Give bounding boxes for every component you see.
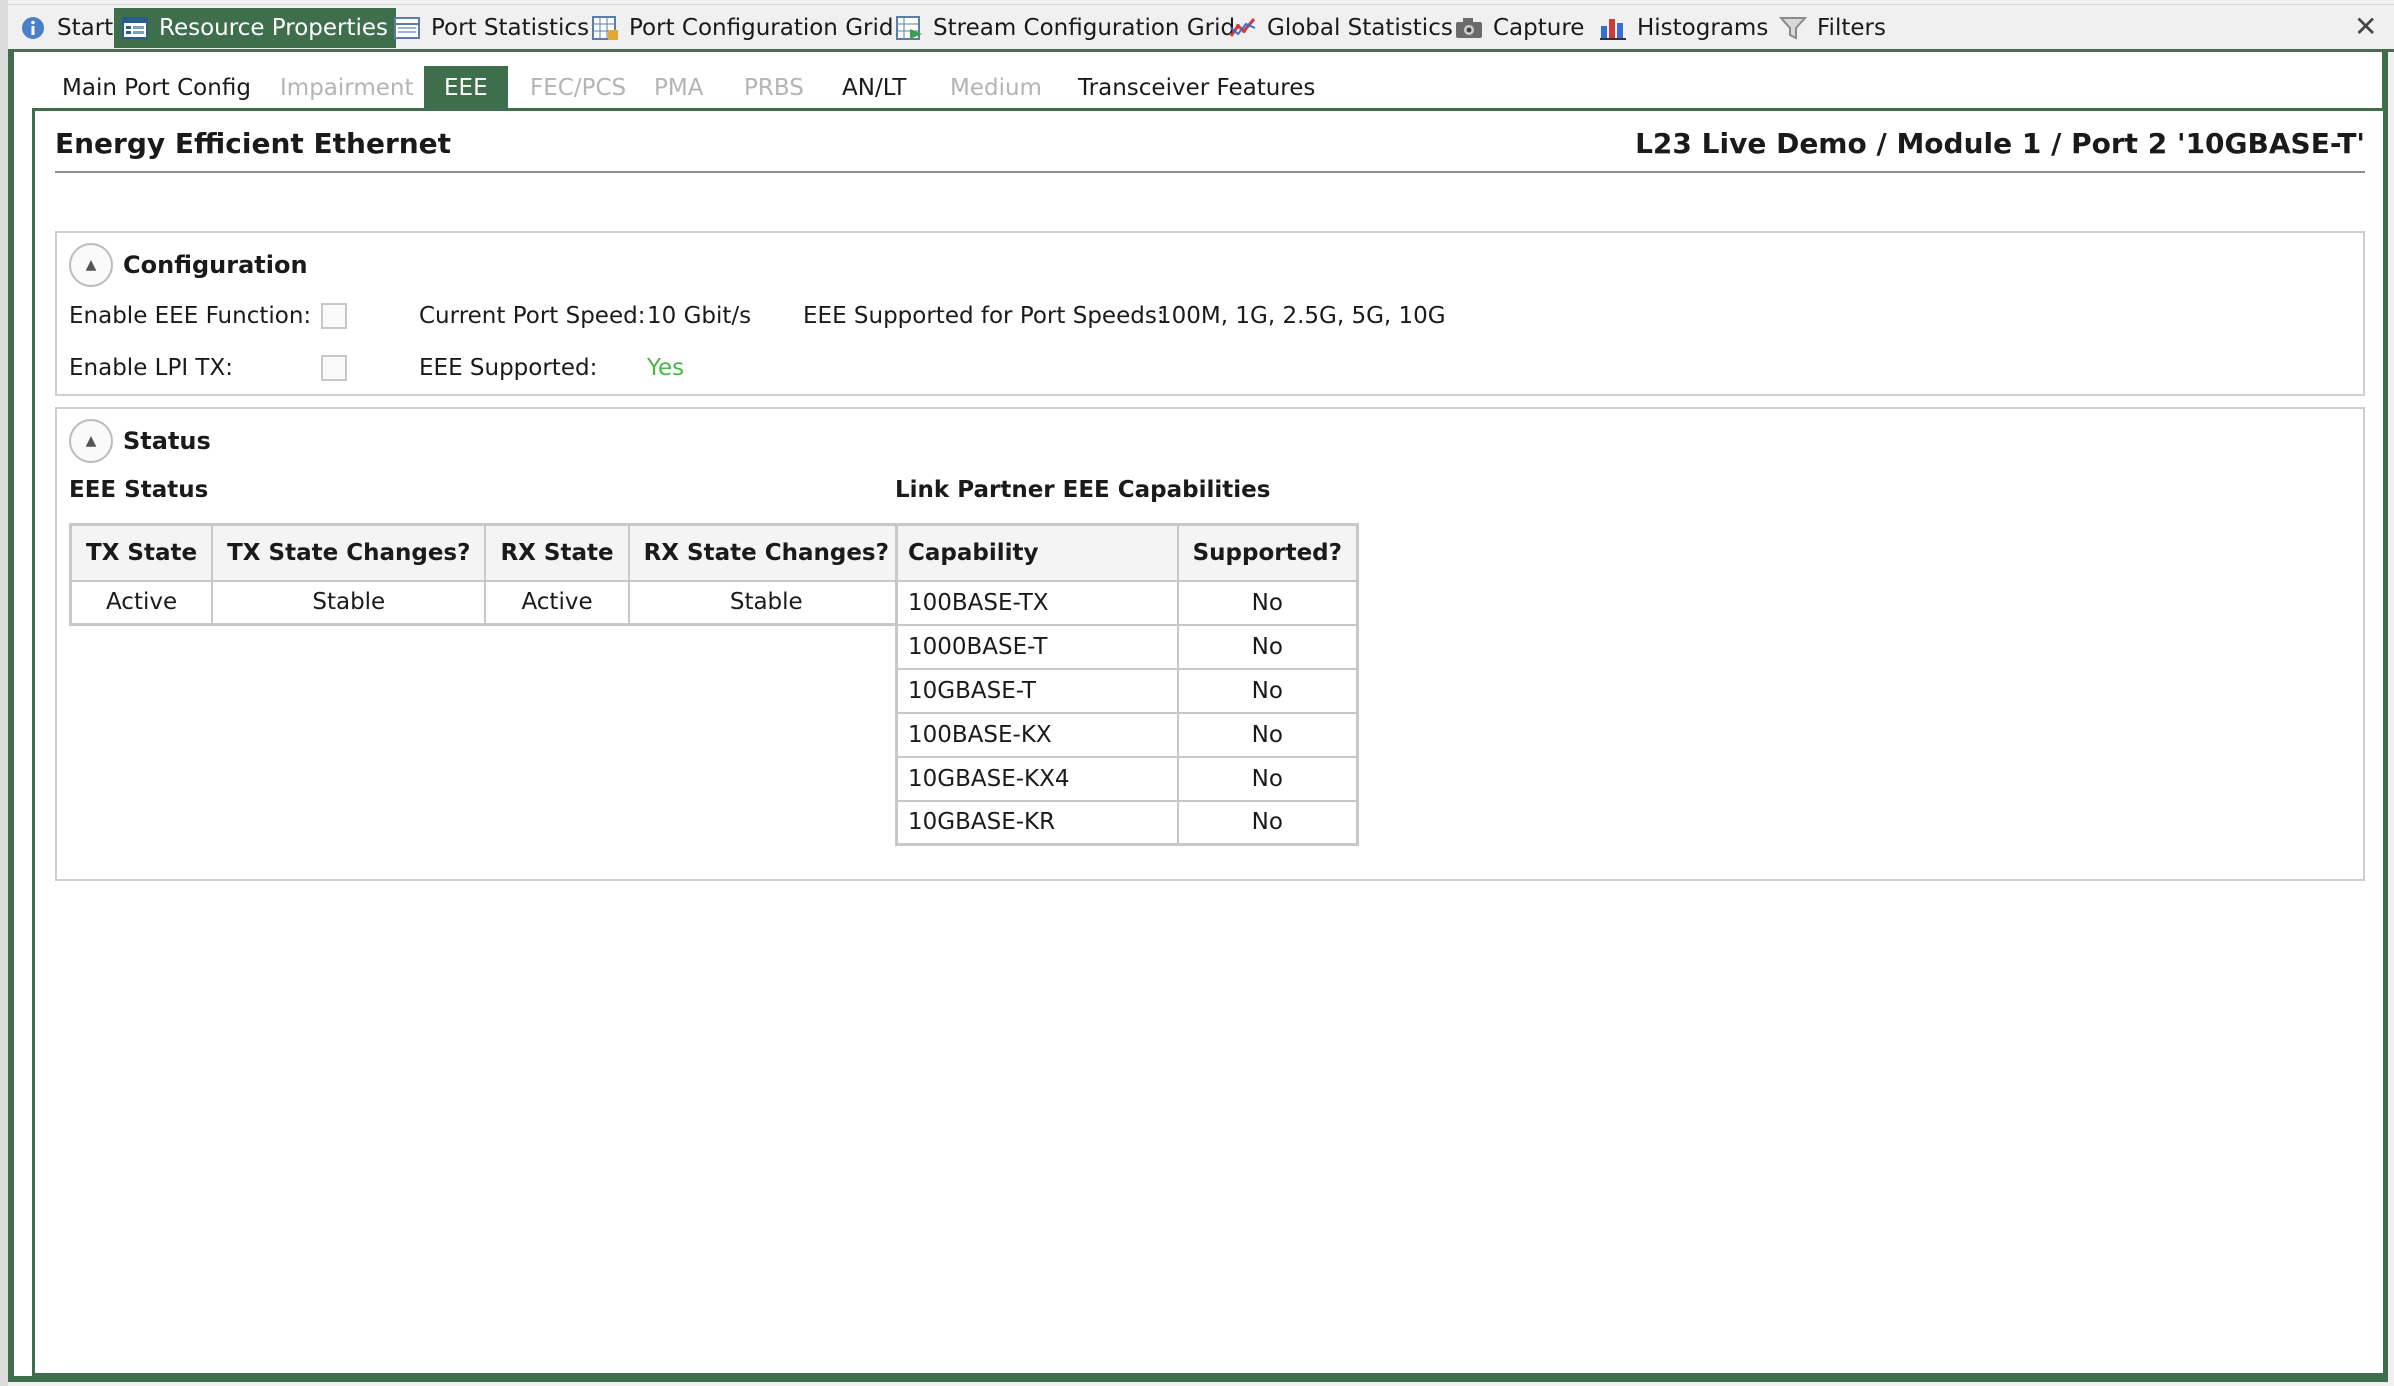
chevron-up-icon: ▲: [85, 433, 97, 449]
table-cell: 1000BASE-T: [895, 623, 1179, 670]
subtab-medium[interactable]: Medium: [930, 66, 1062, 110]
eee-supported-value: Yes: [647, 355, 685, 381]
enable-lpi-label: Enable LPI TX:: [69, 355, 233, 381]
subtab-eee[interactable]: EEE: [424, 66, 508, 110]
page-title: Energy Efficient Ethernet: [55, 127, 452, 160]
table-cell: Active: [69, 579, 214, 626]
tab-global-statistics[interactable]: Global Statistics: [1222, 8, 1461, 48]
left-edge-shade: [0, 0, 8, 1386]
tab-resource-properties[interactable]: Resource Properties: [114, 8, 397, 48]
table-cell: 10GBASE-KX4: [895, 755, 1179, 802]
eee-content: Energy Efficient Ethernet L23 Live Demo …: [32, 111, 2386, 1376]
eee-supported-label: EEE Supported:: [419, 355, 598, 381]
table-cell: 10GBASE-T: [895, 667, 1179, 714]
column-header: RX State: [484, 523, 630, 582]
table-cell: Stable: [211, 579, 487, 626]
table-row: 100BASE-TX No: [895, 579, 1359, 626]
table-row: 100BASE-KX No: [895, 711, 1359, 758]
properties-icon: [120, 14, 150, 42]
collapse-status-button[interactable]: ▲: [69, 419, 113, 463]
configuration-title: Configuration: [123, 251, 308, 279]
stream-grid-icon: [894, 14, 924, 42]
configuration-group: ▲ Configuration Enable EEE Function: Ena…: [55, 231, 2365, 396]
collapse-configuration-button[interactable]: ▲: [69, 243, 113, 287]
tab-port-configuration-grid[interactable]: Port Configuration Grid: [584, 8, 901, 48]
column-header: TX State Changes?: [211, 523, 487, 582]
close-icon[interactable]: ✕: [2354, 10, 2377, 43]
table-cell: No: [1176, 579, 1359, 626]
property-sub-tabs: Main Port Config Impairment EEE FEC/PCS …: [34, 66, 2384, 110]
table-row: Active Stable Active Stable: [69, 579, 906, 626]
tab-histograms[interactable]: Histograms: [1592, 8, 1776, 48]
enable-eee-label: Enable EEE Function:: [69, 303, 312, 329]
subtab-prbs[interactable]: PRBS: [724, 66, 824, 110]
tab-start[interactable]: Start: [12, 8, 121, 48]
page-header: Energy Efficient Ethernet L23 Live Demo …: [55, 111, 2365, 173]
tab-port-statistics[interactable]: Port Statistics: [386, 8, 597, 48]
window-top-edge: [0, 0, 2394, 5]
chevron-up-icon: ▲: [85, 257, 97, 273]
tab-label: Port Configuration Grid: [629, 15, 894, 41]
table-row: 10GBASE-KX4 No: [895, 755, 1359, 802]
table-row: 1000BASE-T No: [895, 623, 1359, 670]
tab-capture[interactable]: Capture: [1448, 8, 1592, 48]
table-cell: No: [1176, 755, 1359, 802]
table-cell: No: [1176, 799, 1359, 846]
tab-label: Capture: [1493, 15, 1585, 41]
subtab-main-port-config[interactable]: Main Port Config: [42, 66, 271, 110]
port-path: L23 Live Demo / Module 1 / Port 2 '10GBA…: [1635, 127, 2365, 160]
eee-status-title: EEE Status: [69, 477, 209, 503]
table-row: 10GBASE-T No: [895, 667, 1359, 714]
tab-label: Port Statistics: [431, 15, 590, 41]
table-cell: No: [1176, 711, 1359, 758]
subtab-transceiver-features[interactable]: Transceiver Features: [1058, 66, 1335, 110]
bar-chart-icon: [1598, 14, 1628, 42]
status-group: ▲ Status EEE Status TX State TX State Ch…: [55, 407, 2365, 881]
enable-eee-checkbox[interactable]: [321, 303, 347, 329]
status-title: Status: [123, 427, 211, 455]
tab-filters[interactable]: Filters: [1772, 8, 1894, 48]
grid-icon: [590, 14, 620, 42]
current-speed-label: Current Port Speed:: [419, 303, 646, 329]
subtab-fec-pcs[interactable]: FEC/PCS: [510, 66, 646, 110]
table-cell: 100BASE-KX: [895, 711, 1179, 758]
subtab-impairment[interactable]: Impairment: [260, 66, 433, 110]
eee-status-table: TX State TX State Changes? RX State RX S…: [69, 523, 906, 626]
tab-label: Stream Configuration Grid: [933, 15, 1236, 41]
eee-speeds-label: EEE Supported for Port Speeds:: [803, 303, 1165, 329]
subtab-pma[interactable]: PMA: [634, 66, 723, 110]
tab-label: Resource Properties: [159, 15, 389, 41]
enable-lpi-checkbox[interactable]: [321, 355, 347, 381]
tab-label: Filters: [1817, 15, 1886, 41]
table-cell: 100BASE-TX: [895, 579, 1179, 626]
column-header: Capability: [895, 523, 1179, 582]
column-header: Supported?: [1176, 523, 1359, 582]
tab-stream-configuration-grid[interactable]: Stream Configuration Grid: [888, 8, 1243, 48]
tab-label: Global Statistics: [1267, 15, 1453, 41]
table-cell: No: [1176, 623, 1359, 670]
table-cell: Active: [484, 579, 630, 626]
resource-properties-panel: Main Port Config Impairment EEE FEC/PCS …: [0, 0, 2388, 1386]
table-cell: Stable: [627, 579, 906, 626]
tab-label: Start: [57, 15, 114, 41]
link-partner-title: Link Partner EEE Capabilities: [895, 477, 1271, 503]
tab-label: Histograms: [1637, 15, 1769, 41]
table-icon: [392, 14, 422, 42]
column-header: TX State: [69, 523, 214, 582]
table-cell: No: [1176, 667, 1359, 714]
table-cell: 10GBASE-KR: [895, 799, 1179, 846]
main-tab-bar: Start Resource Properties Port Statistic…: [0, 0, 2394, 52]
link-partner-table: Capability Supported? 100BASE-TX No 1000…: [895, 523, 1359, 846]
funnel-icon: [1778, 14, 1808, 42]
line-chart-icon: [1228, 14, 1258, 42]
eee-speeds-value: 100M, 1G, 2.5G, 5G, 10G: [1157, 303, 1446, 329]
table-row: 10GBASE-KR No: [895, 799, 1359, 846]
subtab-an-lt[interactable]: AN/LT: [822, 66, 926, 110]
column-header: RX State Changes?: [627, 523, 906, 582]
camera-icon: [1454, 14, 1484, 42]
current-speed-value: 10 Gbit/s: [647, 303, 752, 329]
info-icon: [18, 14, 48, 42]
table-header-row: TX State TX State Changes? RX State RX S…: [69, 523, 906, 582]
table-header-row: Capability Supported?: [895, 523, 1359, 582]
